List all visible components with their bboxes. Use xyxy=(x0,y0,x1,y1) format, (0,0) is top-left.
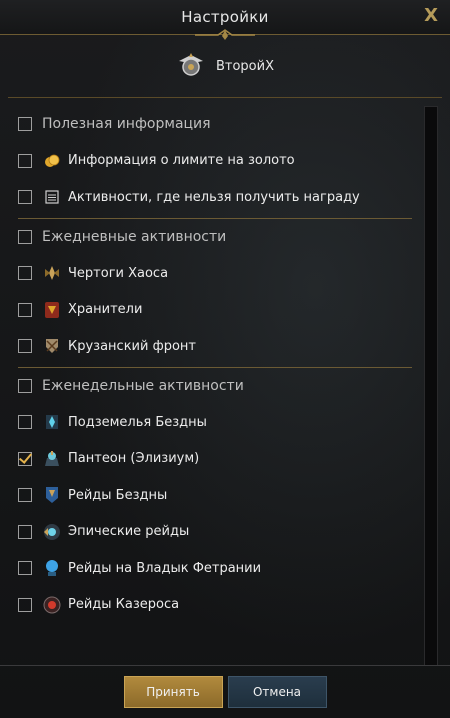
setting-label: Активности, где нельзя получить награду xyxy=(68,189,360,205)
settings-list: Полезная информация Информация о лимите н… xyxy=(8,98,442,666)
abyss-raid-icon xyxy=(42,485,62,505)
title-bar: Настройки X xyxy=(0,0,450,40)
kurzan-front-icon xyxy=(42,336,62,356)
guardian-icon xyxy=(42,300,62,320)
setting-item[interactable]: Активности, где нельзя получить награду xyxy=(8,179,442,216)
setting-label: Информация о лимите на золото xyxy=(68,153,295,169)
setting-label: Рейды Казероса xyxy=(68,597,180,613)
close-button[interactable]: X xyxy=(424,5,438,26)
setting-checkbox[interactable] xyxy=(18,266,32,281)
setting-item[interactable]: Крузанский фронт xyxy=(8,328,442,365)
setting-checkbox[interactable] xyxy=(18,488,32,503)
setting-label: Эпические рейды xyxy=(68,524,190,540)
setting-checkbox[interactable] xyxy=(18,190,32,205)
section-header[interactable]: Ежедневные активности xyxy=(8,219,442,256)
dialog-footer: Принять Отмена xyxy=(0,665,450,718)
pantheon-icon xyxy=(42,449,62,469)
setting-item[interactable]: Рейды на Владык Фетрании xyxy=(8,550,442,587)
setting-checkbox[interactable] xyxy=(18,415,32,430)
section-checkbox[interactable] xyxy=(18,229,32,244)
setting-label: Пантеон (Элизиум) xyxy=(68,451,200,467)
section-label: Полезная информация xyxy=(42,116,211,133)
abyss-dungeon-icon xyxy=(42,412,62,432)
legion-raid-icon xyxy=(42,558,62,578)
section-checkbox[interactable] xyxy=(18,117,32,132)
setting-item[interactable]: Пантеон (Элизиум) xyxy=(8,441,442,478)
chaos-dungeon-icon xyxy=(42,263,62,283)
setting-checkbox[interactable] xyxy=(18,451,32,466)
setting-item[interactable]: Рейды Казероса xyxy=(8,587,442,624)
section-checkbox[interactable] xyxy=(18,378,32,393)
setting-item[interactable]: Подземелья Бездны xyxy=(8,404,442,441)
setting-label: Хранители xyxy=(68,302,143,318)
settings-window: Настройки X ВторойX Полезная информация И… xyxy=(0,0,450,718)
setting-item[interactable]: Информация о лимите на золото xyxy=(8,143,442,180)
scrollbar[interactable] xyxy=(424,106,438,666)
setting-label: Рейды на Владык Фетрании xyxy=(68,560,262,576)
section-label: Ежедневные активности xyxy=(42,228,227,245)
setting-checkbox[interactable] xyxy=(18,302,32,317)
section-header[interactable]: Полезная информация xyxy=(8,106,442,143)
setting-label: Крузанский фронт xyxy=(68,338,196,354)
list-icon xyxy=(42,187,62,207)
kazeros-raid-icon xyxy=(42,595,62,615)
accept-button[interactable]: Принять xyxy=(123,676,223,708)
setting-checkbox[interactable] xyxy=(18,597,32,612)
setting-item[interactable]: Рейды Бездны xyxy=(8,477,442,514)
gold-coins-icon xyxy=(42,151,62,171)
setting-checkbox[interactable] xyxy=(18,524,32,539)
setting-item[interactable]: Хранители xyxy=(8,292,442,329)
section-label: Еженедельные активности xyxy=(42,377,244,394)
setting-checkbox[interactable] xyxy=(18,153,32,168)
epic-raid-icon xyxy=(42,522,62,542)
setting-item[interactable]: Чертоги Хаоса xyxy=(8,255,442,292)
section-header[interactable]: Еженедельные активности xyxy=(8,368,442,405)
title-ornament-icon xyxy=(195,29,255,40)
setting-label: Подземелья Бездны xyxy=(68,414,207,430)
profile-header: ВторойX xyxy=(8,35,442,98)
setting-label: Чертоги Хаоса xyxy=(68,265,169,281)
setting-item[interactable]: Эпические рейды xyxy=(8,514,442,551)
setting-label: Рейды Бездны xyxy=(68,487,168,503)
character-name: ВторойX xyxy=(215,58,274,74)
setting-checkbox[interactable] xyxy=(18,339,32,354)
window-title: Настройки xyxy=(181,8,269,26)
emblem-icon xyxy=(178,53,203,76)
cancel-button[interactable]: Отмена xyxy=(227,676,327,708)
setting-checkbox[interactable] xyxy=(18,561,32,576)
